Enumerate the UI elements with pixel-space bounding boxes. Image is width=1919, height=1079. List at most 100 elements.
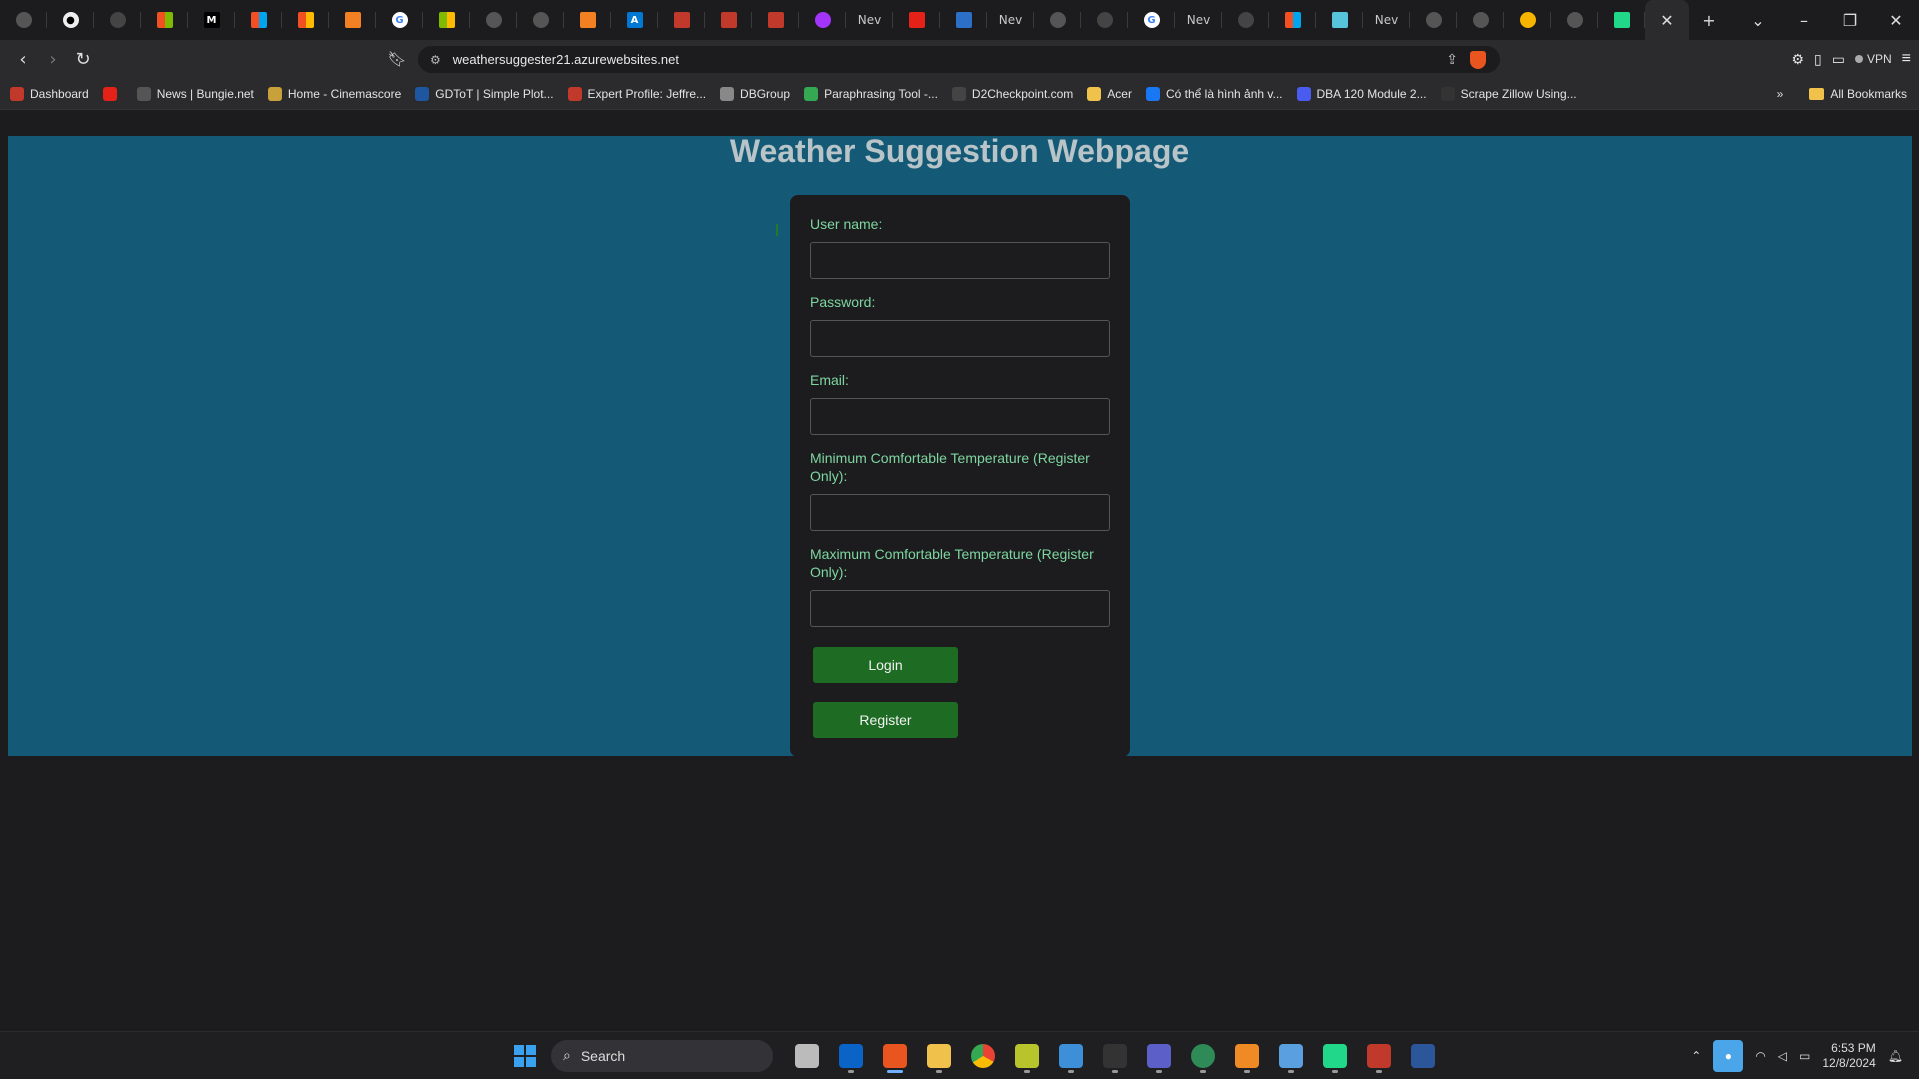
tab[interactable]	[752, 0, 799, 40]
login-button[interactable]: Login	[813, 647, 958, 683]
tab[interactable]	[1316, 0, 1363, 40]
password-input[interactable]	[810, 320, 1110, 357]
max-temp-input[interactable]	[810, 590, 1110, 627]
tab[interactable]: M	[188, 0, 235, 40]
bookmark-item[interactable]	[102, 86, 123, 101]
tab-active[interactable]: ✕	[1645, 0, 1689, 40]
bookmark-item[interactable]: Acer	[1087, 86, 1132, 101]
close-window-button[interactable]: ✕	[1873, 0, 1919, 40]
tab[interactable]: A	[611, 0, 658, 40]
app-icon[interactable]	[1357, 1038, 1401, 1074]
bookmark-item[interactable]: DBGroup	[720, 86, 790, 101]
tab[interactable]	[1551, 0, 1598, 40]
battery-icon[interactable]: ▭	[1799, 1049, 1810, 1063]
file-explorer-app[interactable]	[917, 1038, 961, 1074]
wifi-icon[interactable]: ◠	[1755, 1049, 1765, 1063]
outlook-app[interactable]	[829, 1038, 873, 1074]
more-bookmarks-chevron-icon[interactable]: »	[1777, 87, 1784, 101]
email-input[interactable]	[810, 398, 1110, 435]
address-bar[interactable]: ⚙ weathersuggester21.azurewebsites.net ⇪	[418, 46, 1500, 73]
bookmark-item[interactable]: Có thể là hình ảnh v...	[1145, 86, 1283, 101]
tab[interactable]: Nev	[1175, 0, 1222, 40]
tab[interactable]	[94, 0, 141, 40]
terminal-app[interactable]	[1093, 1038, 1137, 1074]
bookmark-item[interactable]: Paraphrasing Tool -...	[804, 86, 938, 101]
teams-app[interactable]	[1137, 1038, 1181, 1074]
app-icon[interactable]	[1181, 1038, 1225, 1074]
tab[interactable]	[1410, 0, 1457, 40]
notification-bell-icon[interactable]: 🔔︎	[1888, 1049, 1903, 1063]
username-input[interactable]	[810, 242, 1110, 279]
bookmark-item[interactable]: Home - Cinemascore	[267, 86, 401, 101]
all-bookmarks-button[interactable]: All Bookmarks	[1809, 87, 1907, 101]
minimize-button[interactable]: –	[1781, 0, 1827, 40]
vpn-button[interactable]: VPN	[1854, 52, 1892, 66]
min-temp-input[interactable]	[810, 494, 1110, 531]
bookmark-icon[interactable]: 🔖︎	[382, 44, 412, 74]
tab[interactable]	[423, 0, 470, 40]
forward-arrow-icon[interactable]: ›	[38, 44, 68, 74]
bookmark-item[interactable]: GDToT | Simple Plot...	[415, 86, 554, 101]
brave-app[interactable]	[873, 1038, 917, 1074]
brave-shields-icon[interactable]	[1470, 50, 1486, 69]
tab[interactable]	[940, 0, 987, 40]
tab[interactable]	[1034, 0, 1081, 40]
tab[interactable]	[564, 0, 611, 40]
tab[interactable]	[235, 0, 282, 40]
register-button[interactable]: Register	[813, 702, 958, 738]
close-icon[interactable]: ✕	[1660, 11, 1673, 30]
bookmark-item[interactable]: News | Bungie.net	[136, 86, 254, 101]
tab[interactable]	[1081, 0, 1128, 40]
pycharm-app[interactable]	[1313, 1038, 1357, 1074]
tab[interactable]	[1222, 0, 1269, 40]
extensions-icon[interactable]: ⚙	[1791, 51, 1804, 68]
site-info-icon[interactable]: ⚙	[430, 53, 441, 67]
url-text[interactable]: weathersuggester21.azurewebsites.net	[453, 52, 679, 67]
show-hidden-icons-chevron-icon[interactable]: ⌃	[1691, 1049, 1701, 1063]
tab[interactable]	[141, 0, 188, 40]
bookmark-item[interactable]: DBA 120 Module 2...	[1296, 86, 1427, 101]
tab[interactable]: G	[1128, 0, 1175, 40]
app-icon[interactable]	[1225, 1038, 1269, 1074]
cloud-app[interactable]	[1049, 1038, 1093, 1074]
notepad-app[interactable]	[1269, 1038, 1313, 1074]
taskbar-search[interactable]: ⌕ Search	[551, 1040, 773, 1072]
bookmark-item[interactable]: Expert Profile: Jeffre...	[567, 86, 706, 101]
tab-search-chevron-icon[interactable]: ⌄	[1735, 0, 1781, 40]
bookmark-item[interactable]: D2Checkpoint.com	[951, 86, 1073, 101]
new-tab-button[interactable]: +	[1689, 0, 1729, 40]
tab[interactable]	[282, 0, 329, 40]
tab[interactable]	[0, 0, 47, 40]
tab[interactable]: Nev	[987, 0, 1034, 40]
clock[interactable]: 6:53 PM 12/8/2024	[1822, 1041, 1875, 1071]
start-button[interactable]	[503, 1038, 547, 1074]
tab[interactable]: G	[376, 0, 423, 40]
tab[interactable]	[1269, 0, 1316, 40]
sidebar-icon[interactable]: ▯	[1814, 51, 1822, 68]
tab[interactable]	[470, 0, 517, 40]
tab[interactable]	[1598, 0, 1645, 40]
reload-icon[interactable]: ↻	[68, 44, 98, 74]
restore-button[interactable]: ❐	[1827, 0, 1873, 40]
tab[interactable]: Nev	[1363, 0, 1410, 40]
volume-icon[interactable]: ◁	[1778, 1049, 1787, 1063]
bookmark-item[interactable]: Dashboard	[10, 86, 89, 101]
tab[interactable]	[799, 0, 846, 40]
tab[interactable]	[517, 0, 564, 40]
tab[interactable]	[1504, 0, 1551, 40]
menu-icon[interactable]: ≡	[1902, 50, 1911, 68]
tab[interactable]	[1457, 0, 1504, 40]
word-app[interactable]	[1401, 1038, 1445, 1074]
tab[interactable]: Nev	[846, 0, 893, 40]
tab[interactable]	[658, 0, 705, 40]
task-view-button[interactable]	[785, 1038, 829, 1074]
microphone-icon[interactable]: ●	[1713, 1040, 1744, 1072]
share-icon[interactable]: ⇪	[1446, 51, 1458, 68]
tab[interactable]	[705, 0, 752, 40]
back-arrow-icon[interactable]: ‹	[8, 44, 38, 74]
bookmark-item[interactable]: Scrape Zillow Using...	[1440, 86, 1577, 101]
wallet-icon[interactable]: ▭	[1832, 51, 1845, 68]
app-icon[interactable]	[1005, 1038, 1049, 1074]
chrome-app[interactable]	[961, 1038, 1005, 1074]
tab[interactable]: ●	[47, 0, 94, 40]
